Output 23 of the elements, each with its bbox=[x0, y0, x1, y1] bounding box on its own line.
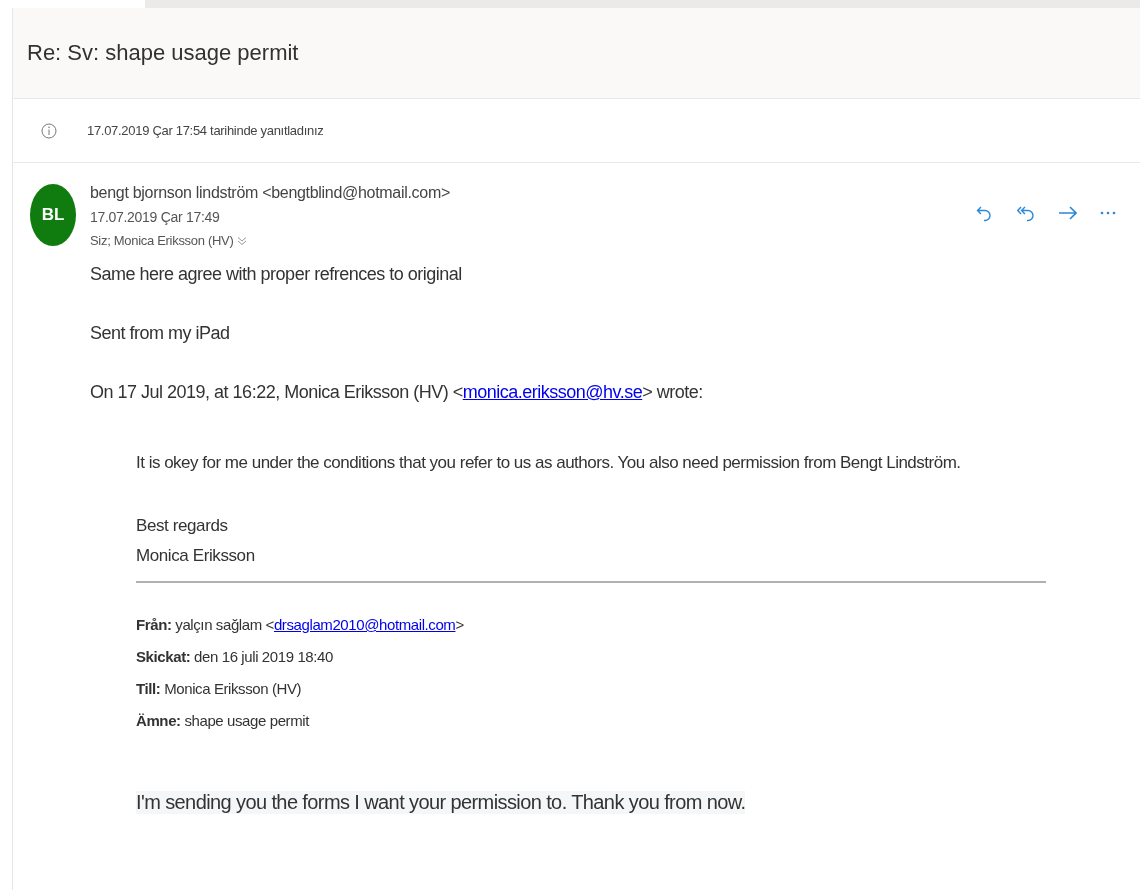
reply-notice: 17.07.2019 Çar 17:54 tarihinde yanıtladınız bbox=[87, 123, 324, 138]
message-date: 17.07.2019 Çar 17:49 bbox=[90, 209, 221, 225]
header-line: Skickat: den 16 juli 2019 18:40 bbox=[136, 647, 334, 667]
message-text: Same here agree with proper refrences to original bbox=[90, 264, 463, 285]
quoted-text: It is okey for me under the conditions that you refer to us as authors. You also need permission from Bengt Lindström. bbox=[136, 453, 962, 473]
signature-line: Best regards bbox=[136, 515, 229, 537]
recipients: Siz; Monica Eriksson (HV) bbox=[90, 233, 234, 248]
reply-all-icon[interactable] bbox=[1017, 204, 1036, 222]
sender-name: bengt bjornson lindström <bengtblind@hotmail.com> bbox=[90, 184, 450, 202]
avatar: BL bbox=[30, 184, 76, 246]
header-line: Ämne: shape usage permit bbox=[136, 711, 311, 731]
expand-chevron-icon[interactable] bbox=[237, 235, 248, 246]
quote-intro: On 17 Jul 2019, at 16:22, Monica Eriksson (HV) <monica.eriksson@hv.se> wrote: bbox=[90, 382, 704, 403]
email-link[interactable]: monica.eriksson@hv.se bbox=[462, 382, 643, 402]
message-text: Sent from my iPad bbox=[90, 323, 231, 344]
forward-icon[interactable] bbox=[1058, 204, 1077, 222]
info-icon bbox=[41, 122, 57, 139]
original-message-text: I'm sending you the forms I want your permission to. Thank you from now. bbox=[136, 791, 746, 814]
signature-line: Monica Eriksson bbox=[136, 545, 256, 567]
email-link[interactable]: drsaglam2010@hotmail.com bbox=[273, 616, 456, 633]
header-line: Till: Monica Eriksson (HV) bbox=[136, 679, 303, 699]
email-subject: Re: Sv: shape usage permit bbox=[27, 40, 299, 66]
header-line: Från: yalçın sağlam <drsaglam2010@hotmail.com> bbox=[136, 615, 465, 635]
